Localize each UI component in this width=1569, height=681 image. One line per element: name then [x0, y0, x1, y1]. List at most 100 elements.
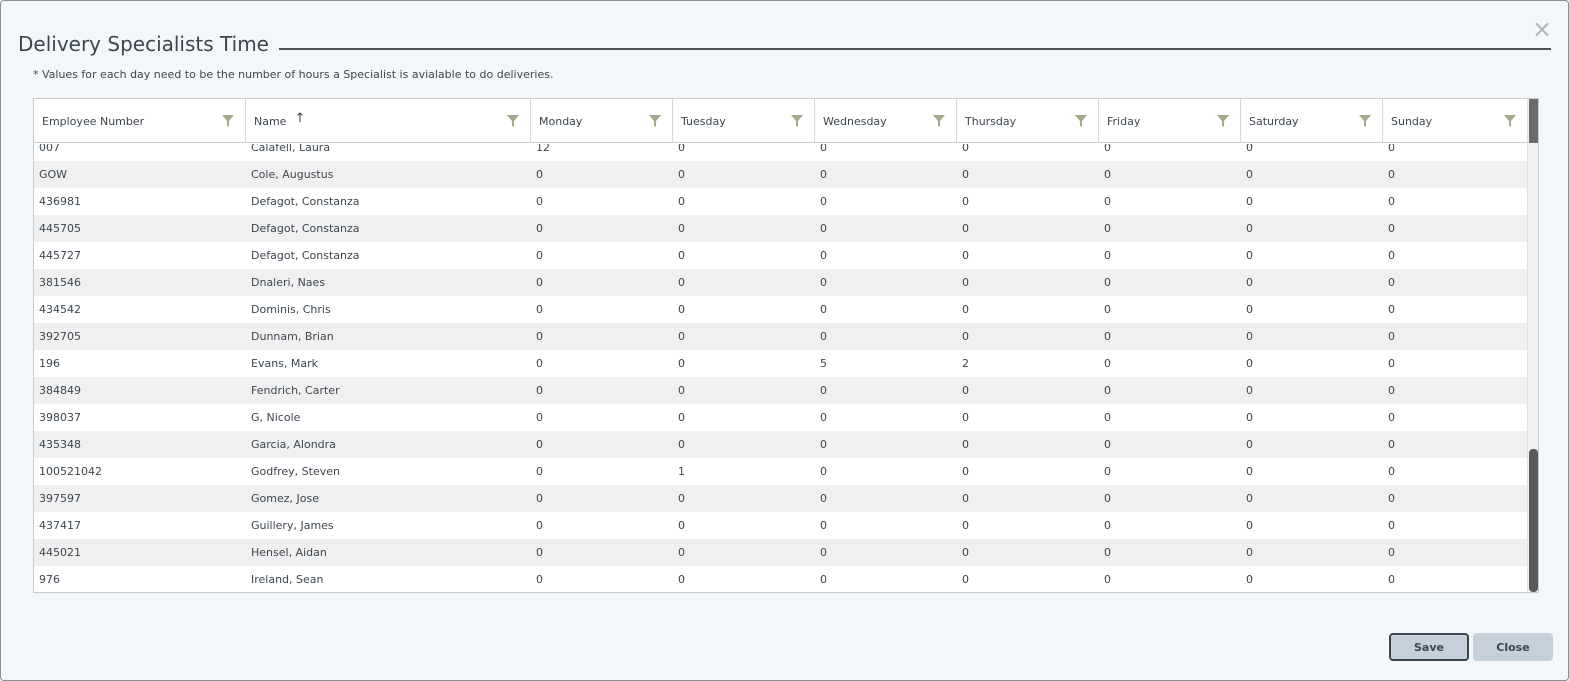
sort-ascending-icon[interactable]: ↑ [294, 111, 305, 126]
cell-friday[interactable]: 0 [1099, 411, 1241, 424]
cell-tuesday[interactable]: 0 [673, 411, 815, 424]
cell-monday[interactable]: 0 [531, 411, 673, 424]
cell-thursday[interactable]: 2 [957, 357, 1099, 370]
cell-sunday[interactable]: 0 [1383, 465, 1528, 478]
table-row[interactable]: 445705 Defagot, Constanza 0 0 0 0 0 0 0 [34, 215, 1528, 242]
table-row[interactable]: 445021 Hensel, Aidan 0 0 0 0 0 0 0 [34, 539, 1528, 566]
cell-sunday[interactable]: 0 [1383, 330, 1528, 343]
table-row[interactable]: 392705 Dunnam, Brian 0 0 0 0 0 0 0 [34, 323, 1528, 350]
cell-friday[interactable]: 0 [1099, 438, 1241, 451]
cell-friday[interactable]: 0 [1099, 384, 1241, 397]
cell-friday[interactable]: 0 [1099, 465, 1241, 478]
cell-wednesday[interactable]: 0 [815, 546, 957, 559]
filter-icon[interactable] [790, 114, 804, 128]
cell-tuesday[interactable]: 0 [673, 222, 815, 235]
column-header-name[interactable]: Name ↑ [246, 99, 531, 143]
close-button[interactable]: Close [1473, 633, 1553, 661]
cell-saturday[interactable]: 0 [1241, 249, 1383, 262]
cell-sunday[interactable]: 0 [1383, 357, 1528, 370]
filter-icon[interactable] [648, 114, 662, 128]
cell-tuesday[interactable]: 0 [673, 330, 815, 343]
cell-thursday[interactable]: 0 [957, 195, 1099, 208]
cell-saturday[interactable]: 0 [1241, 276, 1383, 289]
table-row[interactable]: 437417 Guillery, James 0 0 0 0 0 0 0 [34, 512, 1528, 539]
cell-monday[interactable]: 0 [531, 492, 673, 505]
cell-thursday[interactable]: 0 [957, 411, 1099, 424]
cell-tuesday[interactable]: 0 [673, 303, 815, 316]
table-row[interactable]: GOW Cole, Augustus 0 0 0 0 0 0 0 [34, 161, 1528, 188]
cell-tuesday[interactable]: 0 [673, 384, 815, 397]
cell-saturday[interactable]: 0 [1241, 195, 1383, 208]
table-row[interactable]: 435348 Garcia, Alondra 0 0 0 0 0 0 0 [34, 431, 1528, 458]
cell-monday[interactable]: 0 [531, 519, 673, 532]
cell-friday[interactable]: 0 [1099, 492, 1241, 505]
cell-wednesday[interactable]: 0 [815, 195, 957, 208]
cell-thursday[interactable]: 0 [957, 144, 1099, 154]
cell-saturday[interactable]: 0 [1241, 168, 1383, 181]
cell-monday[interactable]: 0 [531, 573, 673, 586]
cell-saturday[interactable]: 0 [1241, 222, 1383, 235]
column-header-thursday[interactable]: Thursday [957, 99, 1099, 143]
vertical-scrollbar[interactable] [1527, 99, 1538, 592]
cell-wednesday[interactable]: 0 [815, 465, 957, 478]
cell-thursday[interactable]: 0 [957, 303, 1099, 316]
cell-monday[interactable]: 0 [531, 303, 673, 316]
table-row[interactable]: 381546 Dnaleri, Naes 0 0 0 0 0 0 0 [34, 269, 1528, 296]
cell-tuesday[interactable]: 1 [673, 465, 815, 478]
column-header-friday[interactable]: Friday [1099, 99, 1241, 143]
column-header-employee-number[interactable]: Employee Number [34, 99, 246, 143]
cell-wednesday[interactable]: 0 [815, 249, 957, 262]
table-row[interactable]: 196 Evans, Mark 0 0 5 2 0 0 0 [34, 350, 1528, 377]
cell-sunday[interactable]: 0 [1383, 384, 1528, 397]
cell-thursday[interactable]: 0 [957, 276, 1099, 289]
cell-sunday[interactable]: 0 [1383, 195, 1528, 208]
table-row[interactable]: 434542 Dominis, Chris 0 0 0 0 0 0 0 [34, 296, 1528, 323]
close-icon[interactable]: × [1530, 17, 1554, 41]
cell-monday[interactable]: 0 [531, 465, 673, 478]
cell-thursday[interactable]: 0 [957, 168, 1099, 181]
cell-friday[interactable]: 0 [1099, 195, 1241, 208]
filter-icon[interactable] [932, 114, 946, 128]
cell-friday[interactable]: 0 [1099, 546, 1241, 559]
filter-icon[interactable] [221, 114, 235, 128]
cell-friday[interactable]: 0 [1099, 357, 1241, 370]
cell-saturday[interactable]: 0 [1241, 546, 1383, 559]
cell-thursday[interactable]: 0 [957, 438, 1099, 451]
cell-wednesday[interactable]: 0 [815, 276, 957, 289]
cell-monday[interactable]: 0 [531, 195, 673, 208]
cell-friday[interactable]: 0 [1099, 249, 1241, 262]
table-row[interactable]: 397597 Gomez, Jose 0 0 0 0 0 0 0 [34, 485, 1528, 512]
cell-saturday[interactable]: 0 [1241, 303, 1383, 316]
cell-tuesday[interactable]: 0 [673, 357, 815, 370]
table-row[interactable]: 007 Calafell, Laura 12 0 0 0 0 0 0 [34, 144, 1528, 161]
cell-thursday[interactable]: 0 [957, 330, 1099, 343]
cell-friday[interactable]: 0 [1099, 222, 1241, 235]
cell-monday[interactable]: 0 [531, 330, 673, 343]
cell-wednesday[interactable]: 0 [815, 168, 957, 181]
cell-thursday[interactable]: 0 [957, 222, 1099, 235]
cell-wednesday[interactable]: 0 [815, 519, 957, 532]
cell-sunday[interactable]: 0 [1383, 411, 1528, 424]
cell-tuesday[interactable]: 0 [673, 492, 815, 505]
cell-sunday[interactable]: 0 [1383, 573, 1528, 586]
cell-sunday[interactable]: 0 [1383, 276, 1528, 289]
cell-sunday[interactable]: 0 [1383, 492, 1528, 505]
column-header-saturday[interactable]: Saturday [1241, 99, 1383, 143]
cell-friday[interactable]: 0 [1099, 519, 1241, 532]
cell-tuesday[interactable]: 0 [673, 546, 815, 559]
cell-sunday[interactable]: 0 [1383, 303, 1528, 316]
filter-icon[interactable] [1358, 114, 1372, 128]
cell-monday[interactable]: 0 [531, 384, 673, 397]
cell-sunday[interactable]: 0 [1383, 519, 1528, 532]
cell-wednesday[interactable]: 0 [815, 222, 957, 235]
cell-monday[interactable]: 0 [531, 438, 673, 451]
cell-saturday[interactable]: 0 [1241, 519, 1383, 532]
cell-thursday[interactable]: 0 [957, 492, 1099, 505]
cell-friday[interactable]: 0 [1099, 573, 1241, 586]
cell-monday[interactable]: 0 [531, 357, 673, 370]
column-header-wednesday[interactable]: Wednesday [815, 99, 957, 143]
cell-monday[interactable]: 0 [531, 222, 673, 235]
cell-friday[interactable]: 0 [1099, 330, 1241, 343]
cell-thursday[interactable]: 0 [957, 384, 1099, 397]
cell-wednesday[interactable]: 5 [815, 357, 957, 370]
